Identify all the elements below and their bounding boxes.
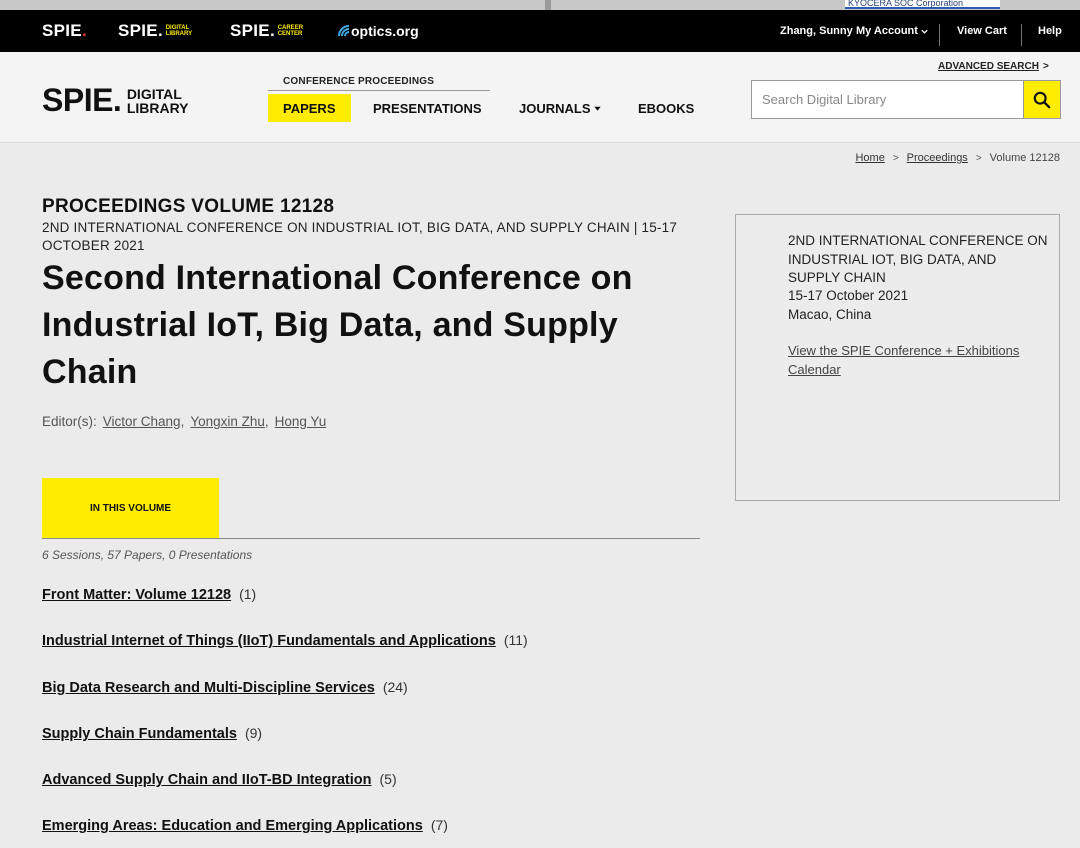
brand-spie-dot: . — [81, 21, 87, 40]
volume-label: PROCEEDINGS VOLUME 12128 — [42, 196, 335, 217]
top-ad-text: KYOCERA SOC Corporation — [848, 0, 964, 8]
editor-link[interactable]: Yongxin Zhu — [190, 414, 265, 429]
nav-ebooks[interactable]: EBOOKS — [638, 94, 694, 122]
session-title[interactable]: Advanced Supply Chain and IIoT-BD Integr… — [42, 772, 372, 788]
editor-separator: , — [264, 414, 269, 429]
spie-digital-library-logo[interactable]: SPIE. DIGITAL LIBRARY — [42, 82, 189, 119]
session-count: (24) — [382, 679, 408, 695]
my-account-label: My Account — [856, 25, 918, 37]
conference-subtitle: 2ND INTERNATIONAL CONFERENCE ON INDUSTRI… — [42, 220, 678, 253]
topbar-divider — [939, 24, 940, 46]
breadcrumb-current: Volume 12128 — [989, 152, 1060, 164]
brand-digital-library[interactable]: SPIE. DIGITAL LIBRARY — [118, 10, 200, 52]
session-count: (5) — [379, 771, 397, 787]
my-account-menu[interactable]: My Account — [856, 10, 929, 52]
brand-career-center[interactable]: SPIE. CAREER CENTER — [230, 10, 310, 52]
caret-down-icon — [593, 106, 601, 111]
nav-journals[interactable]: JOURNALS — [519, 94, 602, 122]
session-title[interactable]: Big Data Research and Multi-Discipline S… — [42, 680, 375, 696]
top-bar: SPIE. SPIE. DIGITAL LIBRARY SPIE. CAREER… — [0, 10, 1080, 52]
brand-spie[interactable]: SPIE. — [42, 10, 87, 52]
session-count: (7) — [430, 817, 448, 833]
user-name[interactable]: Zhang, Sunny — [780, 10, 853, 52]
logo-dot: . — [112, 82, 122, 118]
editor-link[interactable]: Victor Chang — [103, 414, 181, 429]
tab-in-this-volume[interactable]: IN THIS VOLUME — [42, 478, 219, 538]
brand-spie-word: SPIE — [42, 21, 82, 40]
conference-proceedings-label: CONFERENCE PROCEEDINGS — [283, 76, 435, 87]
logo-line-2: LIBRARY — [126, 99, 189, 116]
session-count: (1) — [239, 586, 257, 602]
brand-cc-sub: CAREER CENTER — [277, 25, 304, 37]
nav-presentations[interactable]: PRESENTATIONS — [373, 94, 482, 122]
strip-mark — [545, 0, 551, 10]
site-header: SPIE. DIGITAL LIBRARY CONFERENCE PROCEED… — [0, 52, 1080, 143]
browser-top-strip: KYOCERA SOC Corporation — [0, 0, 1080, 10]
brand-cc-dot: . — [269, 21, 275, 40]
brand-dl-sub: DIGITAL LIBRARY — [165, 25, 193, 37]
session-item[interactable]: Advanced Supply Chain and IIoT-BD Integr… — [42, 771, 397, 788]
editors-line: Editor(s): Victor Chang, Yongxin Zhu, Ho… — [42, 414, 326, 429]
logo-stack: DIGITAL LIBRARY — [127, 87, 189, 115]
top-ad-banner[interactable]: KYOCERA SOC Corporation — [845, 0, 1000, 9]
chevron-down-icon — [921, 29, 928, 34]
brand-cc-word: SPIE — [230, 21, 270, 40]
session-title[interactable]: Emerging Areas: Education and Emerging A… — [42, 818, 423, 834]
brand-dl-dot: . — [157, 21, 163, 40]
session-title[interactable]: Front Matter: Volume 12128 — [42, 587, 231, 603]
breadcrumb: Home > Proceedings > Volume 12128 — [855, 152, 1060, 164]
breadcrumb-separator: > — [892, 152, 899, 164]
advanced-search-link[interactable]: ADVANCED SEARCH > — [938, 61, 1049, 72]
panel-location: Macao, China — [788, 307, 872, 322]
conference-info-panel: 2ND INTERNATIONAL CONFERENCE ON INDUSTRI… — [735, 214, 1060, 501]
optics-text: optics.org — [351, 23, 419, 39]
session-item[interactable]: Front Matter: Volume 12128 (1) — [42, 586, 256, 603]
breadcrumb-proceedings[interactable]: Proceedings — [907, 152, 968, 164]
panel-dates: 15-17 October 2021 — [788, 288, 909, 303]
brand-dl-word: SPIE — [118, 21, 158, 40]
search-input[interactable] — [751, 80, 1024, 119]
help-link[interactable]: Help — [1038, 10, 1062, 52]
advanced-search-label: ADVANCED SEARCH — [938, 61, 1039, 72]
panel-conference-name: 2ND INTERNATIONAL CONFERENCE ON INDUSTRI… — [788, 233, 1048, 285]
volume-counts: 6 Sessions, 57 Papers, 0 Presentations — [42, 548, 253, 562]
session-title[interactable]: Industrial Internet of Things (IIoT) Fun… — [42, 633, 496, 649]
logo-line-1: DIGITAL — [126, 85, 182, 102]
session-title[interactable]: Supply Chain Fundamentals — [42, 726, 237, 742]
view-cart-link[interactable]: View Cart — [957, 10, 1007, 52]
optics-link[interactable]: optics.org — [338, 10, 419, 52]
breadcrumb-home[interactable]: Home — [855, 152, 884, 164]
logo-word: SPIE — [42, 82, 113, 118]
editors-label: Editor(s): — [42, 414, 97, 429]
session-item[interactable]: Industrial Internet of Things (IIoT) Fun… — [42, 632, 528, 649]
optics-wave-icon — [338, 25, 350, 37]
nav-journals-label: JOURNALS — [519, 100, 591, 116]
session-item[interactable]: Emerging Areas: Education and Emerging A… — [42, 817, 448, 834]
session-count: (9) — [244, 725, 263, 741]
session-item[interactable]: Big Data Research and Multi-Discipline S… — [42, 679, 408, 696]
tab-underline — [42, 538, 700, 539]
editor-separator: , — [180, 414, 185, 429]
search-icon — [1033, 91, 1051, 108]
page-title: Second International Conference on Indus… — [42, 259, 633, 391]
conference-proceedings-divider — [268, 90, 490, 91]
breadcrumb-separator: > — [975, 152, 982, 164]
conference-calendar-link[interactable]: View the SPIE Conference + Exhibitions C… — [788, 342, 1048, 379]
session-item[interactable]: Supply Chain Fundamentals (9) — [42, 725, 262, 742]
session-count: (11) — [503, 632, 528, 648]
topbar-divider — [1021, 24, 1022, 46]
chevron-right-icon: > — [1042, 61, 1049, 72]
nav-papers[interactable]: PAPERS — [268, 94, 351, 122]
search-button[interactable] — [1023, 80, 1061, 119]
editor-link[interactable]: Hong Yu — [275, 414, 327, 429]
